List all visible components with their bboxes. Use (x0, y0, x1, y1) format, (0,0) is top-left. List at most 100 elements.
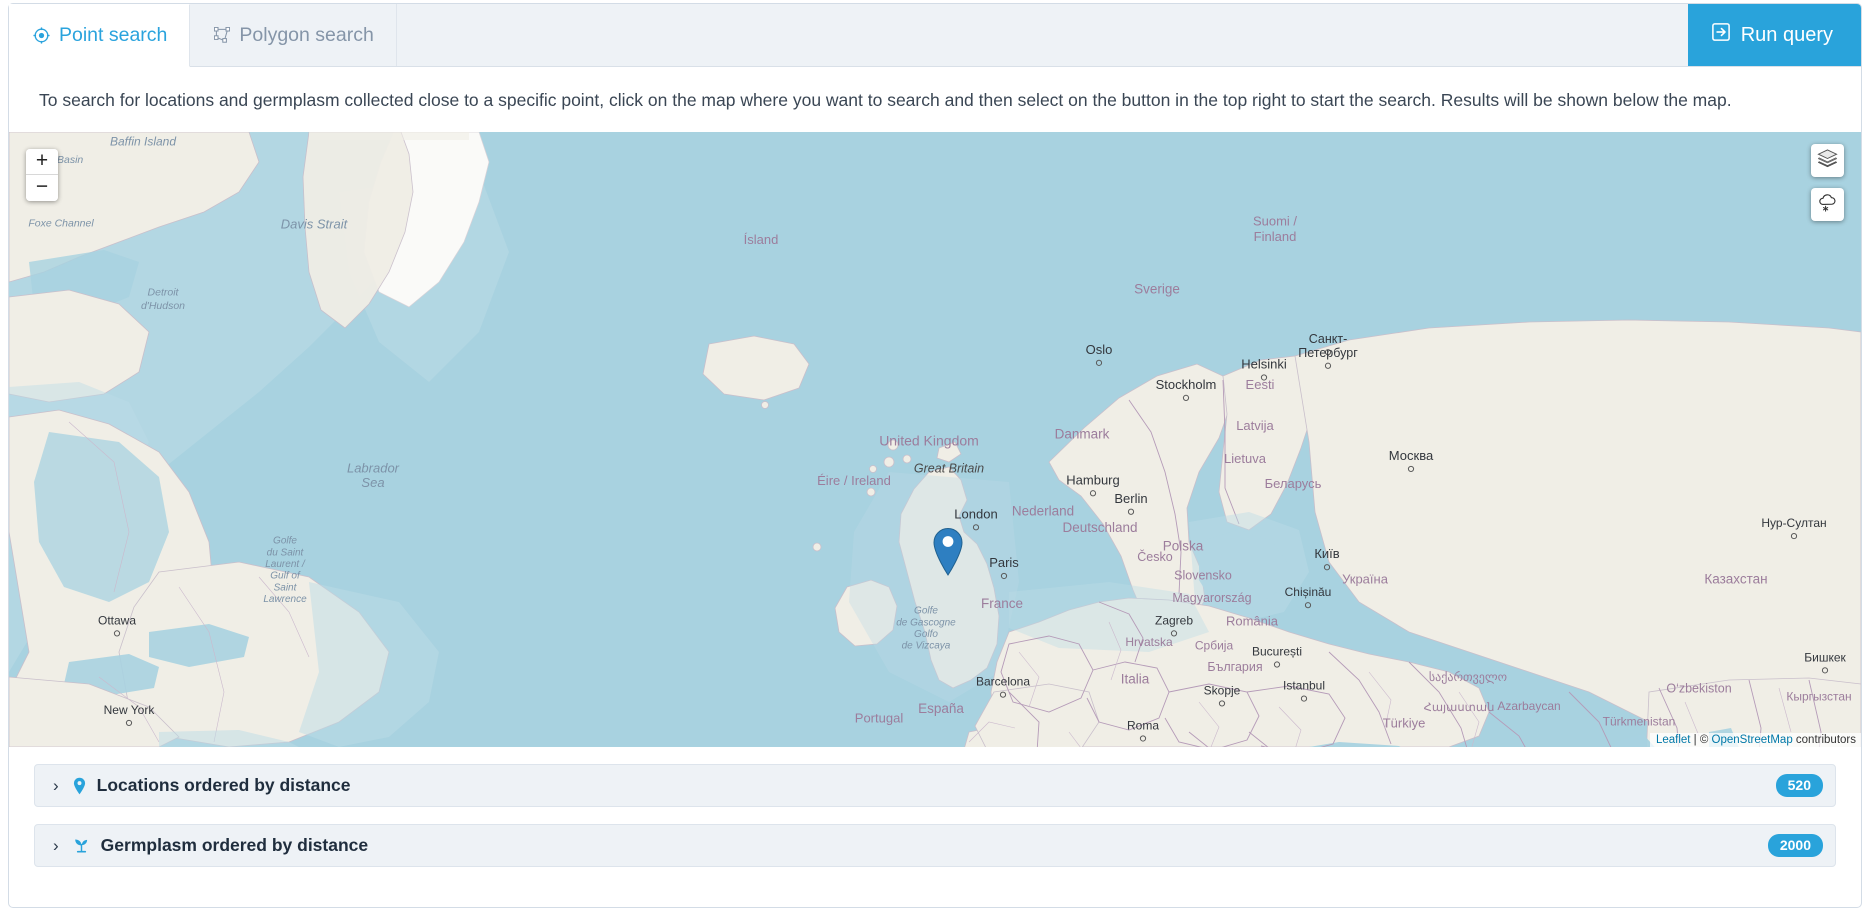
map-canvas: .land { fill:#f0eee6; stroke:#c9bfcb; st… (9, 132, 1861, 747)
map-label: Skopje (1204, 683, 1241, 697)
map-label: London (954, 506, 997, 521)
map-label: Paris (989, 555, 1019, 570)
map-pin-marker[interactable] (930, 524, 966, 581)
layers-control-button[interactable] (1811, 144, 1844, 177)
map-label: Sea (361, 475, 384, 490)
map-label: Azarbaycan (1497, 699, 1560, 713)
attrib-contributors: contributors (1793, 734, 1856, 746)
map-label: du Saint (267, 547, 305, 558)
map-zoom-control[interactable]: + − (26, 149, 58, 201)
instruction-text: To search for locations and germplasm co… (9, 67, 1861, 132)
map-label: Laurent / (265, 559, 306, 570)
zoom-out-button[interactable]: − (26, 175, 58, 201)
map-label: Golfe (914, 606, 938, 617)
map-label: România (1226, 613, 1279, 628)
map-label: Oslo (1086, 342, 1113, 357)
crosshair-target-icon (33, 27, 50, 44)
map-label: Detroit (148, 286, 180, 298)
leaflet-map[interactable]: .land { fill:#f0eee6; stroke:#c9bfcb; st… (9, 132, 1861, 747)
map-label: Бишкек (1804, 650, 1846, 664)
tab-bar: Point search Polygon search (9, 4, 1861, 67)
map-label: Беларусь (1265, 476, 1322, 491)
map-pin-icon (73, 777, 86, 795)
tab-bar-spacer (397, 4, 1688, 66)
results-accordion-list: › Locations ordered by distance 520 › (9, 764, 1861, 884)
map-label: Lietuva (1224, 451, 1267, 466)
map-label: Ísland (744, 232, 779, 247)
map-label: საქართველო (1429, 670, 1507, 684)
map-label: Golfo (914, 629, 938, 640)
map-label: Казахстан (1704, 572, 1767, 587)
map-label: Chișinău (1285, 585, 1332, 599)
map-label: O‘zbekiston (1666, 682, 1731, 696)
map-label: Berlin (1114, 491, 1147, 506)
leaflet-link[interactable]: Leaflet (1656, 734, 1691, 746)
map-label: Hamburg (1066, 472, 1119, 487)
map-label: Saint (274, 582, 298, 593)
chevron-right-icon: › (53, 777, 59, 794)
attrib-copyright: © (1700, 734, 1712, 746)
map-label: Київ (1314, 546, 1339, 561)
accordion-locations[interactable]: › Locations ordered by distance 520 (34, 764, 1836, 807)
map-label: Кыргызстан (1786, 689, 1851, 703)
map-label: de Gascogne (896, 617, 956, 628)
map-label: Italia (1121, 672, 1150, 687)
tab-point-search-label: Point search (59, 24, 167, 47)
map-label: Sverige (1134, 282, 1180, 297)
run-query-label: Run query (1741, 24, 1833, 47)
map-label: Éire / Ireland (817, 473, 891, 488)
map-label: Portugal (855, 711, 904, 726)
map-label: Foxe Channel (28, 217, 94, 229)
map-label: Roma (1127, 718, 1159, 732)
map-label: Labrador (347, 461, 400, 476)
map-attribution: Leaflet | © OpenStreetMap contributors (1650, 733, 1861, 747)
map-label: Istanbul (1283, 679, 1325, 693)
map-layer-controls (1811, 144, 1844, 221)
run-query-button[interactable]: Run query (1688, 4, 1861, 66)
map-label: New York (104, 703, 156, 717)
map-label: Ottawa (98, 613, 136, 627)
map-label: d'Hudson (141, 300, 185, 312)
map-label: Finland (1254, 229, 1297, 244)
map-label: Danmark (1055, 427, 1110, 442)
map-label: de Vizcaya (902, 641, 951, 652)
map-label: Stockholm (1156, 377, 1217, 392)
map-label: Україна (1342, 572, 1389, 587)
map-label: Петербург (1298, 346, 1358, 360)
arrow-right-into-box-icon (1712, 23, 1730, 47)
map-label: Lawrence (263, 594, 307, 605)
accordion-germplasm[interactable]: › Germplasm ordered by distance 2000 (34, 824, 1836, 867)
map-label: Deutschland (1062, 520, 1137, 535)
page-root: Point search Polygon search (0, 0, 1869, 922)
map-label: Нур-Султан (1761, 516, 1826, 530)
map-label: Türkmenistаn (1603, 715, 1676, 729)
map-label: Hrvatska (1125, 635, 1173, 649)
map-label: България (1207, 660, 1262, 674)
weather-control-button[interactable] (1811, 188, 1844, 221)
tab-polygon-search[interactable]: Polygon search (190, 4, 396, 66)
map-label: France (981, 596, 1023, 611)
seedling-icon (73, 837, 90, 854)
tab-point-search[interactable]: Point search (9, 4, 190, 67)
map-label: Magyarország (1172, 591, 1251, 605)
map-label: București (1252, 645, 1302, 659)
map-label: Latvija (1236, 418, 1274, 433)
map-label: Helsinki (1241, 356, 1287, 371)
map-label: Türkiye (1383, 716, 1426, 731)
zoom-in-button[interactable]: + (26, 149, 58, 175)
map-label: Slovensko (1174, 569, 1232, 583)
map-label: Санкт- (1309, 332, 1348, 346)
map-label: Česko (1137, 549, 1172, 564)
layers-stack-icon (1817, 148, 1838, 174)
map-label: United Kingdom (879, 432, 979, 448)
germplasm-count-badge: 2000 (1768, 834, 1823, 857)
map-label: Москва (1389, 448, 1434, 463)
search-card: Point search Polygon search (8, 3, 1862, 908)
map-label: Zagreb (1155, 613, 1193, 627)
openstreetmap-link[interactable]: OpenStreetMap (1712, 734, 1793, 746)
map-label: Great Britain (914, 462, 984, 476)
map-label: España (918, 701, 964, 716)
chevron-right-icon: › (53, 837, 59, 854)
map-label: Հայաստան (1424, 701, 1495, 714)
map-label: Davis Strait (281, 216, 349, 231)
